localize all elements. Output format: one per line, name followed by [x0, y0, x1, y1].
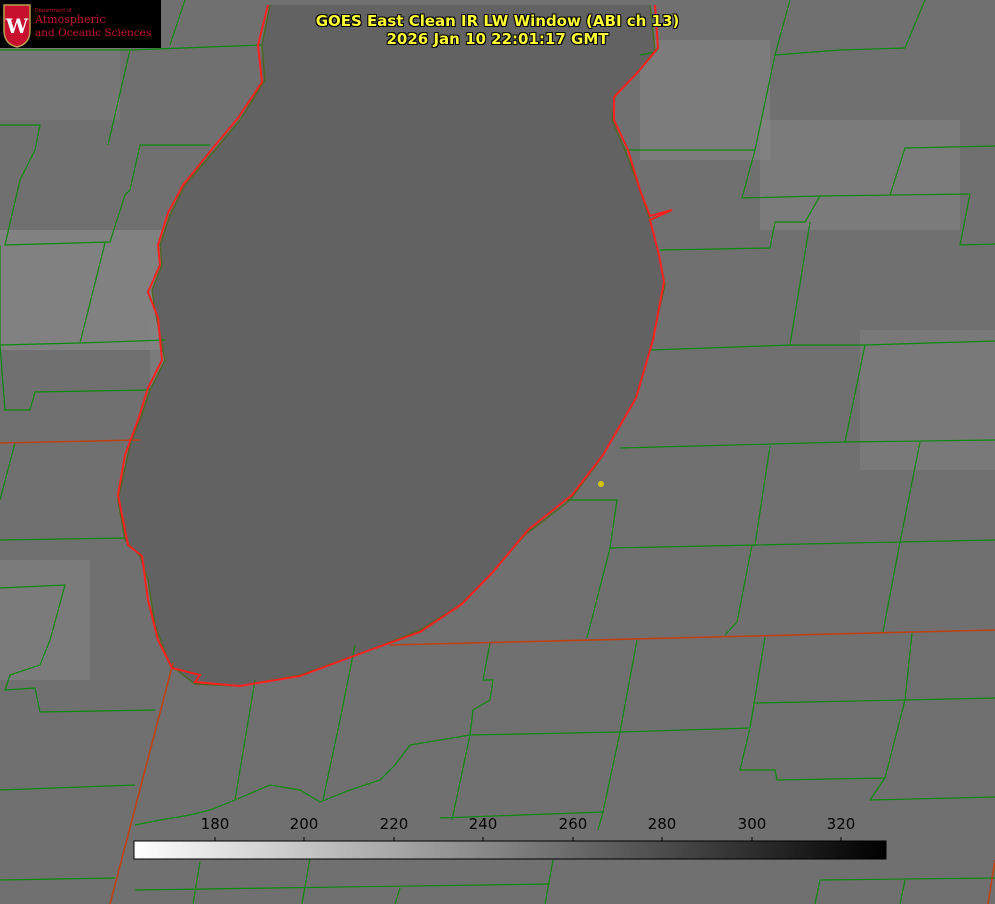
cloud-patch: [760, 120, 960, 230]
colorbar-tick-label: 300: [737, 815, 767, 833]
colorbar-tick-label: 320: [826, 815, 856, 833]
satellite-map: W: [0, 0, 995, 904]
colorbar-tick-label: 180: [200, 815, 230, 833]
colorbar: [133, 840, 887, 860]
colorbar-tick-label: 240: [468, 815, 498, 833]
colorbar-tick-label: 200: [289, 815, 319, 833]
cloud-patch: [860, 330, 995, 470]
colorbar-tick-label: 260: [558, 815, 588, 833]
image-timestamp: 2026 Jan 10 22:01:17 GMT: [386, 30, 609, 48]
cloud-patch: [0, 560, 90, 680]
cloud-patch: [640, 40, 770, 160]
image-title: GOES East Clean IR LW Window (ABI ch 13): [315, 12, 680, 30]
cloud-patch: [0, 40, 120, 120]
location-marker: [598, 481, 604, 487]
colorbar-tick-label: 220: [379, 815, 409, 833]
colorbar-tick-label: 280: [647, 815, 677, 833]
